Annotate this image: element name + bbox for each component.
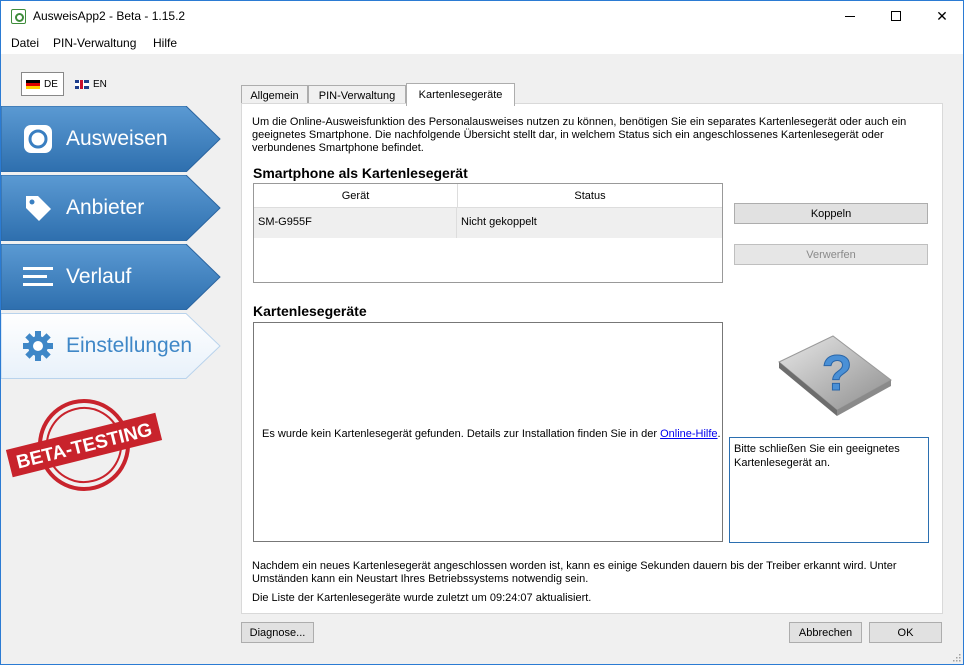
no-reader-message: Es wurde kein Kartenlesegerät gefunden. … — [262, 428, 721, 440]
maximize-button[interactable] — [873, 1, 919, 31]
close-button[interactable]: ✕ — [919, 1, 963, 31]
tab-allgemein[interactable]: Allgemein — [241, 85, 308, 105]
tag-icon — [26, 196, 51, 221]
id-card-icon — [24, 125, 52, 153]
no-reader-suffix: . — [717, 428, 721, 440]
language-en-button[interactable]: EN — [73, 72, 116, 96]
cancel-button[interactable]: Abbrechen — [789, 622, 862, 643]
card-reader-question-icon: ? — [778, 335, 892, 416]
column-header-geraet[interactable]: Gerät — [254, 190, 457, 202]
app-window: AusweisApp2 - Beta - 1.15.2 ✕ Datei PIN-… — [0, 0, 964, 665]
tab-kartenlesegeraete[interactable]: Kartenlesegeräte — [406, 83, 515, 106]
smartphone-heading: Smartphone als Kartenlesegerät — [253, 165, 468, 181]
diagnose-button[interactable]: Diagnose... — [241, 622, 314, 643]
minimize-button[interactable] — [827, 1, 873, 31]
beta-testing-stamp: BETA-TESTING — [5, 399, 163, 491]
title-bar: AusweisApp2 - Beta - 1.15.2 ✕ — [1, 1, 963, 31]
nav-item-anbieter[interactable]: Anbieter — [1, 175, 221, 241]
svg-text:?: ? — [822, 345, 853, 401]
intro-text: Um die Online-Ausweisfunktion des Person… — [252, 116, 907, 154]
german-flag-icon — [26, 79, 40, 89]
cell-status: Nicht gekoppelt — [461, 216, 537, 228]
readers-list: Es wurde kein Kartenlesegerät gefunden. … — [253, 322, 723, 542]
language-en-label: EN — [93, 78, 107, 90]
menu-bar: Datei PIN-Verwaltung Hilfe — [1, 31, 963, 55]
nav-label: Anbieter — [66, 196, 145, 219]
nav-item-ausweisen[interactable]: Ausweisen — [1, 106, 221, 172]
window-title: AusweisApp2 - Beta - 1.15.2 — [33, 9, 186, 23]
readers-heading: Kartenlesegeräte — [253, 303, 367, 319]
menu-hilfe[interactable]: Hilfe — [153, 36, 177, 50]
driver-note: Nachdem ein neues Kartenlesegerät angesc… — [252, 560, 897, 585]
menu-pin-verwaltung[interactable]: PIN-Verwaltung — [53, 36, 136, 50]
maximize-icon — [891, 11, 901, 21]
no-reader-text: Es wurde kein Kartenlesegerät gefunden. … — [262, 428, 661, 440]
column-header-status[interactable]: Status — [457, 184, 722, 208]
language-de-button[interactable]: DE — [21, 72, 64, 96]
nav-label: Verlauf — [66, 265, 132, 288]
gear-icon — [23, 331, 53, 361]
reader-hint-box: Bitte schließen Sie ein geeignetes Karte… — [729, 437, 929, 543]
minimize-icon — [845, 15, 855, 17]
nav-item-einstellungen[interactable]: Einstellungen — [1, 313, 221, 379]
resize-grip-icon[interactable] — [951, 652, 961, 662]
table-row[interactable]: SM-G955F Nicht gekoppelt — [254, 208, 722, 238]
smartphone-table: Gerät Status SM-G955F Nicht gekoppelt — [253, 183, 723, 283]
online-help-link[interactable]: Online-Hilfe — [660, 428, 717, 440]
pair-button[interactable]: Koppeln — [734, 203, 928, 224]
menu-datei[interactable]: Datei — [11, 36, 39, 50]
language-de-label: DE — [44, 78, 58, 90]
last-updated-note: Die Liste der Kartenlesegeräte wurde zul… — [252, 592, 592, 604]
tab-panel: Um die Online-Ausweisfunktion des Person… — [241, 103, 943, 614]
discard-button[interactable]: Verwerfen — [734, 244, 928, 265]
cell-device: SM-G955F — [258, 216, 312, 228]
app-icon — [11, 9, 26, 24]
nav-item-verlauf[interactable]: Verlauf — [1, 244, 221, 310]
main-content: DE EN Ausweisen Anbieter Verlauf Einstel… — [1, 56, 963, 664]
column-divider — [456, 208, 457, 238]
list-icon — [23, 267, 53, 286]
table-header: Gerät Status — [254, 184, 722, 208]
nav-label: Einstellungen — [66, 334, 193, 357]
tab-pin-verwaltung[interactable]: PIN-Verwaltung — [308, 85, 406, 105]
ok-button[interactable]: OK — [869, 622, 942, 643]
uk-flag-icon — [75, 79, 89, 89]
close-icon: ✕ — [936, 7, 948, 24]
nav-label: Ausweisen — [66, 127, 168, 150]
